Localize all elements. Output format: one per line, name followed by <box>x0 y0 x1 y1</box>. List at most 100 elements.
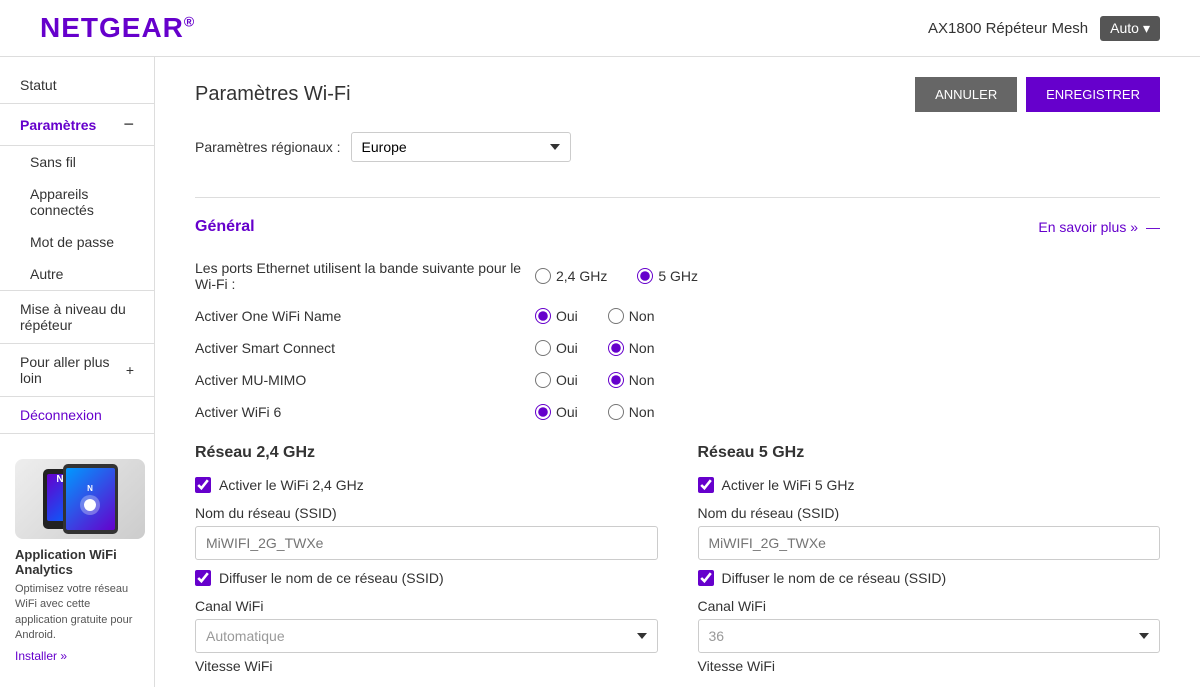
sidebar-item-mise-a-niveau[interactable]: Mise à niveau du répéteur <box>0 291 154 344</box>
sidebar-app-promo: N N Application WiFi Analytics Opt <box>0 444 154 678</box>
activer-wifi-24-label: Activer le WiFi 2,4 GHz <box>219 477 364 493</box>
diffuser-24-row: Diffuser le nom de ce réseau (SSID) <box>195 570 658 586</box>
ssid-5-input[interactable] <box>698 526 1161 560</box>
regional-select[interactable]: Europe <box>351 132 571 162</box>
mu-mimo-non-radio[interactable] <box>608 372 624 388</box>
wifi6-oui-radio[interactable] <box>535 404 551 420</box>
sidebar-item-pour-aller[interactable]: Pour aller plus loin + <box>0 344 154 397</box>
auto-dropdown[interactable]: Auto ▾ <box>1100 16 1160 41</box>
canal-5-select[interactable]: 36 <box>698 619 1161 653</box>
one-wifi-label: Activer One WiFi Name <box>195 308 535 324</box>
diffuser-5-row: Diffuser le nom de ce réseau (SSID) <box>698 570 1161 586</box>
vitesse-wifi-24-label: Vitesse WiFi <box>195 658 658 674</box>
smart-connect-radios: Oui Non <box>535 340 654 356</box>
smart-connect-oui-label: Oui <box>556 340 578 356</box>
header-right: AX1800 Répéteur Mesh Auto ▾ <box>928 16 1160 41</box>
reseau-24-title: Réseau 2,4 GHz <box>195 444 658 462</box>
app-desc: Optimisez votre réseau WiFi avec cette a… <box>15 582 139 644</box>
auto-label: Auto <box>1110 20 1139 36</box>
save-button[interactable]: ENREGISTRER <box>1026 77 1160 112</box>
activer-wifi-24-checkbox[interactable] <box>195 477 211 493</box>
nom-reseau-24-label: Nom du réseau (SSID) <box>195 505 658 521</box>
canal-wifi-5-label: Canal WiFi <box>698 598 1161 614</box>
canal-24-select[interactable]: Automatique <box>195 619 658 653</box>
smart-connect-oui-radio[interactable] <box>535 340 551 356</box>
band-5-radio[interactable] <box>637 268 653 284</box>
wifi6-row: Activer WiFi 6 Oui Non <box>195 400 1160 424</box>
band-24-radio[interactable] <box>535 268 551 284</box>
wifi6-non[interactable]: Non <box>608 404 655 420</box>
activer-wifi-5-checkbox[interactable] <box>698 477 714 493</box>
device-name: AX1800 Répéteur Mesh <box>928 20 1088 37</box>
diffuser-24-checkbox[interactable] <box>195 570 211 586</box>
sidebar-item-appareils[interactable]: Appareils connectés <box>0 178 154 226</box>
one-wifi-non-label: Non <box>629 308 655 324</box>
wifi6-oui[interactable]: Oui <box>535 404 578 420</box>
mu-mimo-row: Activer MU-MIMO Oui Non <box>195 368 1160 392</box>
chevron-down-icon: ▾ <box>1143 20 1150 37</box>
learn-more[interactable]: En savoir plus » — <box>1038 219 1160 235</box>
sidebar-item-sans-fil[interactable]: Sans fil <box>0 146 154 178</box>
band-5-label: 5 GHz <box>658 268 698 284</box>
vitesse-wifi-5-label: Vitesse WiFi <box>698 658 1161 674</box>
tablet-screen: N <box>66 468 115 530</box>
install-link[interactable]: Installer » <box>15 649 67 663</box>
sidebar-item-parametres[interactable]: Paramètres − <box>0 104 154 146</box>
plus-icon: + <box>126 362 134 378</box>
main-header: Paramètres Wi-Fi ANNULER ENREGISTRER <box>195 77 1160 112</box>
nom-reseau-5-label: Nom du réseau (SSID) <box>698 505 1161 521</box>
mu-mimo-oui-label: Oui <box>556 372 578 388</box>
header-buttons: ANNULER ENREGISTRER <box>915 77 1160 112</box>
app-image: N N <box>15 459 145 539</box>
mu-mimo-non-label: Non <box>629 372 655 388</box>
one-wifi-oui-radio[interactable] <box>535 308 551 324</box>
smart-connect-oui[interactable]: Oui <box>535 340 578 356</box>
ethernet-band-radios: 2,4 GHz 5 GHz <box>535 268 698 284</box>
smart-connect-non[interactable]: Non <box>608 340 655 356</box>
wifi6-oui-label: Oui <box>556 404 578 420</box>
smart-connect-label: Activer Smart Connect <box>195 340 535 356</box>
one-wifi-non-radio[interactable] <box>608 308 624 324</box>
sidebar-item-mot-de-passe[interactable]: Mot de passe <box>0 226 154 258</box>
logo-text: NETGEAR <box>40 12 184 43</box>
mu-mimo-oui-radio[interactable] <box>535 372 551 388</box>
main-content: Paramètres Wi-Fi ANNULER ENREGISTRER Par… <box>155 57 1200 687</box>
activer-wifi-24-row: Activer le WiFi 2,4 GHz <box>195 477 658 493</box>
one-wifi-oui-label: Oui <box>556 308 578 324</box>
sidebar: Statut Paramètres − Sans fil Appareils c… <box>0 57 155 687</box>
band-5-option[interactable]: 5 GHz <box>637 268 698 284</box>
wifi6-radios: Oui Non <box>535 404 654 420</box>
mu-mimo-oui[interactable]: Oui <box>535 372 578 388</box>
mu-mimo-radios: Oui Non <box>535 372 654 388</box>
tablet-icon: N <box>63 464 118 534</box>
canal-wifi-24-label: Canal WiFi <box>195 598 658 614</box>
sidebar-item-deconnexion[interactable]: Déconnexion <box>0 397 154 434</box>
one-wifi-oui[interactable]: Oui <box>535 308 578 324</box>
wifi6-non-radio[interactable] <box>608 404 624 420</box>
mu-mimo-label: Activer MU-MIMO <box>195 372 535 388</box>
two-col-networks: Réseau 2,4 GHz Activer le WiFi 2,4 GHz N… <box>195 444 1160 679</box>
sidebar-item-statut[interactable]: Statut <box>0 67 154 104</box>
minus-icon: − <box>123 114 134 135</box>
reseau-5-title: Réseau 5 GHz <box>698 444 1161 462</box>
diffuser-5-checkbox[interactable] <box>698 570 714 586</box>
logo: NETGEAR® <box>40 12 195 44</box>
regional-row: Paramètres régionaux : Europe <box>195 132 1160 177</box>
smart-connect-row: Activer Smart Connect Oui Non <box>195 336 1160 360</box>
one-wifi-non[interactable]: Non <box>608 308 655 324</box>
band-24-label: 2,4 GHz <box>556 268 607 284</box>
regional-label: Paramètres régionaux : <box>195 139 341 155</box>
cancel-button[interactable]: ANNULER <box>915 77 1017 112</box>
mu-mimo-non[interactable]: Non <box>608 372 655 388</box>
ssid-24-input[interactable] <box>195 526 658 560</box>
col-24ghz: Réseau 2,4 GHz Activer le WiFi 2,4 GHz N… <box>195 444 658 679</box>
sidebar-item-autre[interactable]: Autre <box>0 258 154 290</box>
activer-wifi-5-row: Activer le WiFi 5 GHz <box>698 477 1161 493</box>
one-wifi-radios: Oui Non <box>535 308 654 324</box>
band-24-option[interactable]: 2,4 GHz <box>535 268 607 284</box>
activer-wifi-5-label: Activer le WiFi 5 GHz <box>722 477 855 493</box>
wifi6-label: Activer WiFi 6 <box>195 404 535 420</box>
minus-collapse-icon: — <box>1146 219 1160 235</box>
smart-connect-non-radio[interactable] <box>608 340 624 356</box>
parametres-label: Paramètres <box>20 117 96 133</box>
